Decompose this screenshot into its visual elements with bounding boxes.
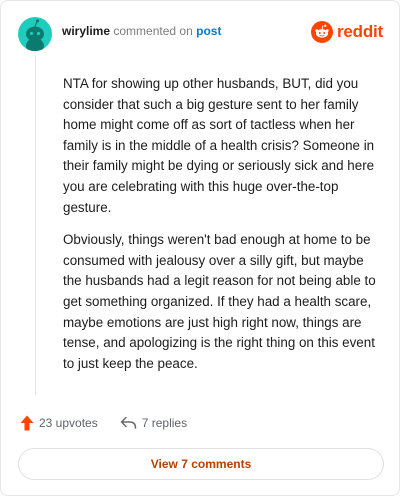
- username[interactable]: wirylime: [62, 24, 110, 38]
- view-comments-button[interactable]: View 7 comments: [18, 448, 384, 480]
- comment-paragraph-2: Obviously, things weren't bad enough at …: [63, 232, 376, 371]
- reddit-logo[interactable]: reddit: [310, 21, 383, 43]
- snoo-avatar-icon: [26, 19, 44, 51]
- comment-paragraph-1: NTA for showing up other husbands, BUT, …: [63, 76, 375, 215]
- comment-body: NTA for showing up other husbands, BUT, …: [63, 74, 385, 386]
- comment-actions: 23 upvotes 7 replies: [20, 413, 187, 433]
- reddit-wordmark: reddit: [336, 22, 383, 41]
- byline-action: commented on: [113, 24, 193, 38]
- reply-button[interactable]: 7 replies: [120, 416, 187, 430]
- thread-line[interactable]: [35, 55, 36, 395]
- reply-arrow-icon: [120, 416, 136, 429]
- comment-byline: wirylime commented on post: [62, 23, 221, 39]
- upvote-count: 23 upvotes: [39, 416, 98, 430]
- upvote-button[interactable]: 23 upvotes: [20, 415, 98, 431]
- upvote-arrow-icon: [20, 415, 34, 431]
- post-link[interactable]: post: [196, 24, 221, 38]
- user-avatar[interactable]: [18, 17, 52, 51]
- comment-header: wirylime commented on post reddit: [18, 16, 383, 52]
- reddit-snoo-icon: [310, 21, 333, 43]
- reply-count: 7 replies: [141, 416, 188, 430]
- comment-card: wirylime commented on post reddit NTA fo…: [0, 0, 400, 496]
